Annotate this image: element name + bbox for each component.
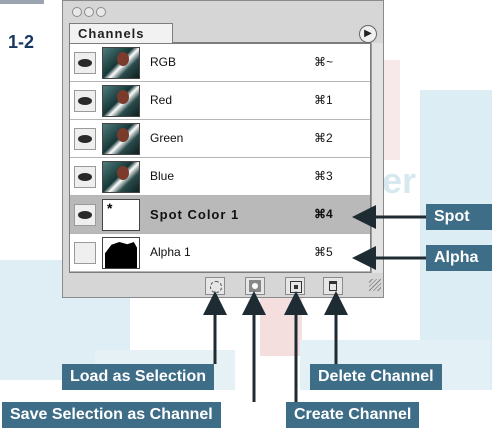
- callout-delete-channel: Delete Channel: [310, 364, 442, 390]
- callout-save-selection: Save Selection as Channel: [2, 402, 221, 428]
- callout-alpha: Alpha: [426, 245, 492, 271]
- callout-spot: Spot: [426, 204, 492, 230]
- callout-create-channel: Create Channel: [286, 402, 420, 428]
- callout-load-selection: Load as Selection: [62, 364, 215, 390]
